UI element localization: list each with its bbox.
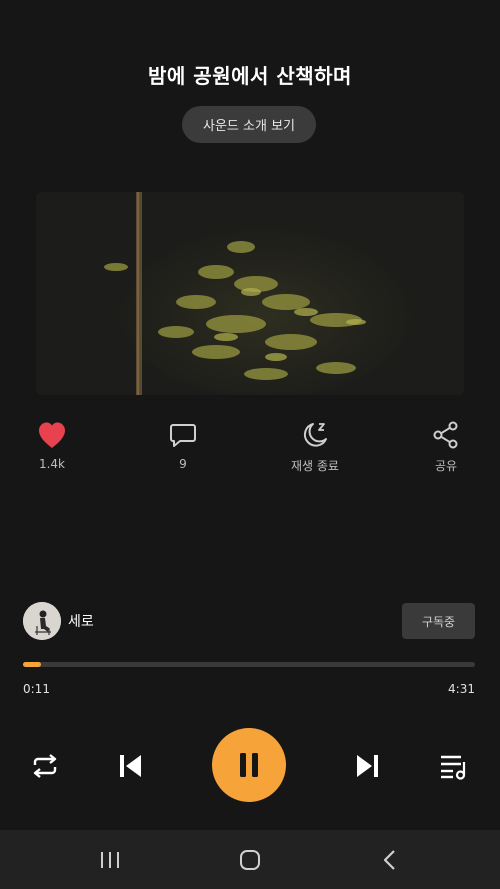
total-time: 4:31 <box>448 682 475 696</box>
share-icon <box>431 418 461 452</box>
artist-info[interactable]: 세로 <box>23 601 94 641</box>
progress-bar[interactable] <box>23 662 475 667</box>
pause-button[interactable] <box>212 728 286 802</box>
heart-icon <box>37 418 67 452</box>
next-button[interactable] <box>350 748 386 784</box>
sound-intro-button[interactable]: 사운드 소개 보기 <box>182 106 316 143</box>
subscribe-button[interactable]: 구독중 <box>402 603 475 639</box>
current-time: 0:11 <box>23 682 50 696</box>
like-count: 1.4k <box>38 457 66 471</box>
repeat-button[interactable] <box>26 748 64 784</box>
system-navigation-bar <box>0 830 500 889</box>
sleep-timer-button[interactable]: 재생 종료 <box>275 418 355 474</box>
action-bar: 1.4k 9 재생 종료 공유 <box>0 418 500 478</box>
next-icon <box>357 755 378 777</box>
avatar <box>23 602 61 640</box>
comments-button[interactable]: 9 <box>143 418 223 471</box>
track-title: 밤에 공원에서 산책하며 <box>148 64 352 88</box>
home-icon <box>240 849 260 870</box>
share-button[interactable]: 공유 <box>406 418 486 474</box>
playlist-icon <box>441 755 466 780</box>
back-button[interactable] <box>360 830 420 889</box>
back-icon <box>383 849 395 870</box>
playlist-button[interactable] <box>435 748 473 784</box>
artist-name: 세로 <box>68 614 94 630</box>
home-button[interactable] <box>220 830 280 889</box>
share-label: 공유 <box>434 459 458 473</box>
sleep-timer-label: 재생 종료 <box>291 459 339 473</box>
recent-apps-icon <box>101 851 119 868</box>
pause-icon <box>240 753 258 777</box>
progress-fill <box>23 662 42 667</box>
comment-icon <box>169 418 197 452</box>
track-artwork <box>36 192 464 395</box>
recent-apps-button[interactable] <box>80 830 140 889</box>
previous-button[interactable] <box>112 748 148 784</box>
moon-icon <box>300 418 330 452</box>
comment-count: 9 <box>179 457 187 471</box>
previous-icon <box>120 755 141 777</box>
repeat-icon <box>33 754 57 778</box>
like-button[interactable]: 1.4k <box>12 418 92 471</box>
